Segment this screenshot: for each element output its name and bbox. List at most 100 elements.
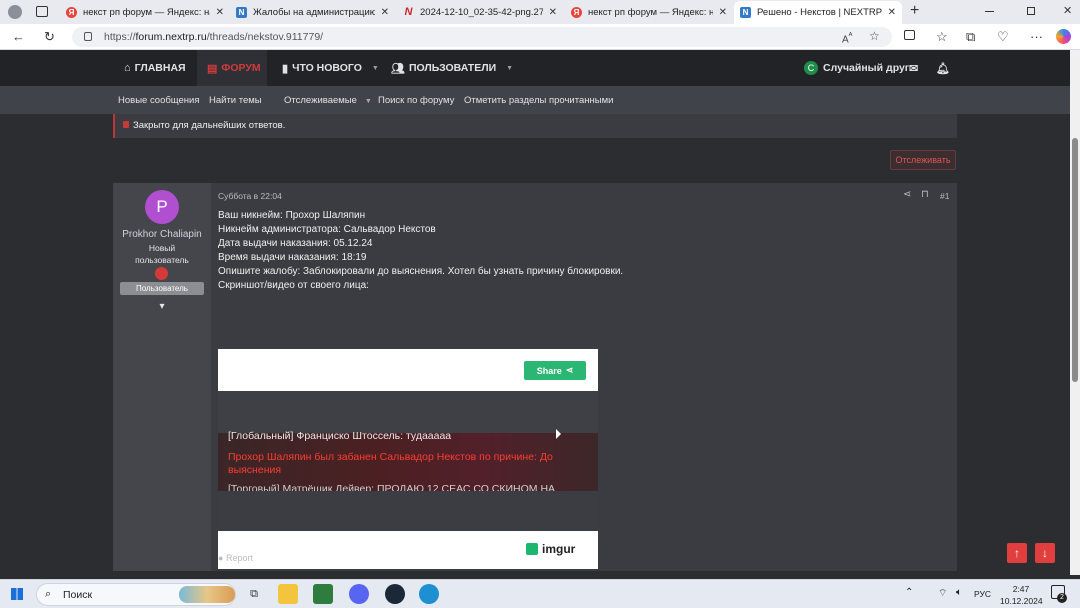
close-tab-icon[interactable]: ✕ <box>216 7 224 18</box>
chat-line-ban: Прохор Шаляпин был забанен Сальвадор Нек… <box>228 451 553 463</box>
subnav-mark-read[interactable]: Отметить разделы прочитанными <box>464 95 613 106</box>
nav-forum[interactable]: ▤ ФОРУМ <box>197 50 267 86</box>
back-icon[interactable]: ← <box>12 29 25 44</box>
random-friend-link[interactable]: C Случайный друг <box>804 50 909 86</box>
comment-icon: ▮ <box>282 62 289 75</box>
post-user-sidebar: P Prokhor Chaliapin Новый пользователь П… <box>113 183 211 571</box>
address-bar-row: ← ↻ https://forum.nextrp.ru/threads/neks… <box>0 24 1080 50</box>
split-screen-icon[interactable] <box>904 30 915 40</box>
network-icon[interactable]: ⌔ <box>938 587 947 600</box>
steam-icon[interactable] <box>385 584 405 604</box>
share-icon[interactable]: ⋖ <box>903 189 911 200</box>
volume-icon[interactable]: 🔈︎ <box>956 587 962 598</box>
nextrp-icon: N <box>740 7 751 18</box>
close-tab-icon[interactable]: ✕ <box>549 7 557 18</box>
cursor-icon <box>556 429 561 439</box>
tab-4[interactable]: Я некст рп форум — Яндекс: нашл ✕ <box>565 2 733 22</box>
notification-count: 2 <box>1057 593 1067 603</box>
inbox-icon[interactable]: ✉ <box>909 50 918 86</box>
favorites-icon[interactable]: ☆ <box>936 29 948 45</box>
user-badge-icon <box>155 267 168 280</box>
new-tab-icon[interactable]: + <box>910 2 919 20</box>
tab-2[interactable]: N Жалобы на администрацию сер ✕ <box>230 2 395 22</box>
site-info-icon[interactable] <box>84 32 92 41</box>
chevron-down-icon[interactable]: ▾ <box>155 301 169 315</box>
taskbar-clock[interactable]: 2:47 10.12.2024 <box>1000 583 1043 607</box>
subnav-search-forum[interactable]: Поиск по форуму <box>378 95 454 106</box>
close-tab-icon[interactable]: ✕ <box>381 7 389 18</box>
avatar[interactable]: P <box>145 190 179 224</box>
task-view-icon[interactable]: ⧉ <box>244 584 264 604</box>
nav-whats-new[interactable]: ▮ ЧТО НОВОГО ▼ <box>282 50 379 86</box>
scroll-bottom-button[interactable]: ↓ <box>1035 543 1055 563</box>
lock-icon <box>123 121 129 128</box>
windows-start-icon[interactable] <box>11 588 23 600</box>
favorite-star-icon[interactable]: ☆ <box>869 29 880 43</box>
read-aloud-icon[interactable]: Aᴬ <box>842 30 852 45</box>
user-role-banner: Пользователь <box>120 282 204 295</box>
scroll-top-button[interactable]: ↑ <box>1007 543 1027 563</box>
yandex-icon: Я <box>66 6 77 18</box>
edge-icon[interactable] <box>419 584 439 604</box>
browser-tab-bar: Я некст рп форум — Яндекс: нашл ✕ N Жало… <box>0 0 1080 24</box>
collections-icon[interactable]: ⧉ <box>966 29 975 45</box>
forum-top-nav: ⌂ ГЛАВНАЯ ▤ ФОРУМ ▮ ЧТО НОВОГО ▼ 👥︎ ПОЛЬ… <box>0 50 1070 86</box>
discord-icon[interactable] <box>349 584 369 604</box>
chevron-down-icon[interactable]: ▼ <box>506 65 513 72</box>
post-number[interactable]: #1 <box>940 191 949 201</box>
copilot-icon[interactable] <box>1056 29 1071 44</box>
post-line: Ваш никнейм: Прохор Шаляпин <box>218 210 366 221</box>
imgur-icon <box>526 543 538 555</box>
chat-line-ban-cont: выяснения <box>228 464 282 476</box>
embedded-screenshot: [Глобальный] Франциско Штоссель: тудаaaa… <box>218 391 598 531</box>
imgur-logo[interactable]: imgur <box>526 542 575 556</box>
post-line: Скриншот/видео от своего лица: <box>218 280 369 291</box>
close-window-icon[interactable]: ✕ <box>1063 4 1072 17</box>
search-icon: ⌕ <box>45 588 52 600</box>
url-text: https://forum.nextrp.ru/threads/nekstov.… <box>104 31 324 43</box>
restore-icon[interactable] <box>1027 7 1035 15</box>
minimize-icon[interactable] <box>985 11 994 12</box>
search-highlight-image <box>179 586 235 603</box>
imgur-embed[interactable]: Share ⋖ [Глобальный] Франциско Штоссель: … <box>218 349 598 569</box>
subnav-new-posts[interactable]: Новые сообщения <box>118 95 200 106</box>
app-icon[interactable] <box>313 584 333 604</box>
close-tab-icon[interactable]: ✕ <box>888 7 896 18</box>
tab-actions-icon[interactable] <box>36 6 48 17</box>
home-icon: ⌂ <box>124 62 131 74</box>
url-field[interactable]: https://forum.nextrp.ru/threads/nekstov.… <box>72 27 892 47</box>
tab-1[interactable]: Я некст рп форум — Яндекс: нашл ✕ <box>60 2 230 22</box>
watch-thread-button[interactable]: Отслеживать <box>890 150 956 170</box>
post-line: Никнейм администратора: Сальвадор Нексто… <box>218 224 436 235</box>
subnav-watched[interactable]: Отслеживаемые ▼ <box>284 95 372 106</box>
nav-users[interactable]: 👥︎ ПОЛЬЗОВАТЕЛИ ▼ <box>391 50 513 86</box>
browser-essentials-icon[interactable]: ♡ <box>997 29 1009 45</box>
taskbar-search[interactable]: ⌕ Поиск <box>36 583 236 606</box>
reload-icon[interactable]: ↻ <box>44 29 55 45</box>
bookmark-icon[interactable]: ⊓ <box>921 189 929 200</box>
windows-taskbar: ⌕ Поиск ⧉ ⌃ ⌔ 🔈︎ РУС 2:47 10.12.2024 2 <box>0 579 1080 608</box>
user-title: Новый пользователь <box>135 243 189 265</box>
tab-3[interactable]: N 2024-12-10_02-35-42-png.27807 ✕ <box>397 2 563 22</box>
scrollbar-thumb[interactable] <box>1072 138 1078 382</box>
close-tab-icon[interactable]: ✕ <box>719 7 727 18</box>
profile-icon[interactable] <box>8 5 22 19</box>
page-scrollbar[interactable] <box>1070 50 1080 575</box>
author-name[interactable]: Prokhor Chaliapin <box>113 229 211 240</box>
share-button[interactable]: Share ⋖ <box>524 361 586 380</box>
more-menu-icon[interactable]: ··· <box>1030 29 1043 44</box>
nav-home[interactable]: ⌂ ГЛАВНАЯ <box>124 50 186 86</box>
bell-icon[interactable]: 🔔︎ <box>936 50 950 86</box>
post-date[interactable]: Суббота в 22:04 <box>218 191 282 201</box>
subnav-find-threads[interactable]: Найти темы <box>209 95 262 106</box>
users-icon: 👥︎ <box>391 62 405 75</box>
report-link[interactable]: ● Report <box>218 553 253 563</box>
chevron-up-icon[interactable]: ⌃ <box>905 587 913 598</box>
language-indicator[interactable]: РУС <box>974 589 991 599</box>
chat-line-global: [Глобальный] Франциско Штоссель: тудаaaa… <box>228 430 452 442</box>
post-message: P Prokhor Chaliapin Новый пользователь П… <box>113 183 957 571</box>
chevron-down-icon[interactable]: ▼ <box>372 65 379 72</box>
file-explorer-icon[interactable] <box>278 584 298 604</box>
post-line: Опишите жалобу: Заблокировали до выяснен… <box>218 266 624 277</box>
tab-5-active[interactable]: N Решено - Некстов | NEXTRP ✕ <box>734 1 902 24</box>
